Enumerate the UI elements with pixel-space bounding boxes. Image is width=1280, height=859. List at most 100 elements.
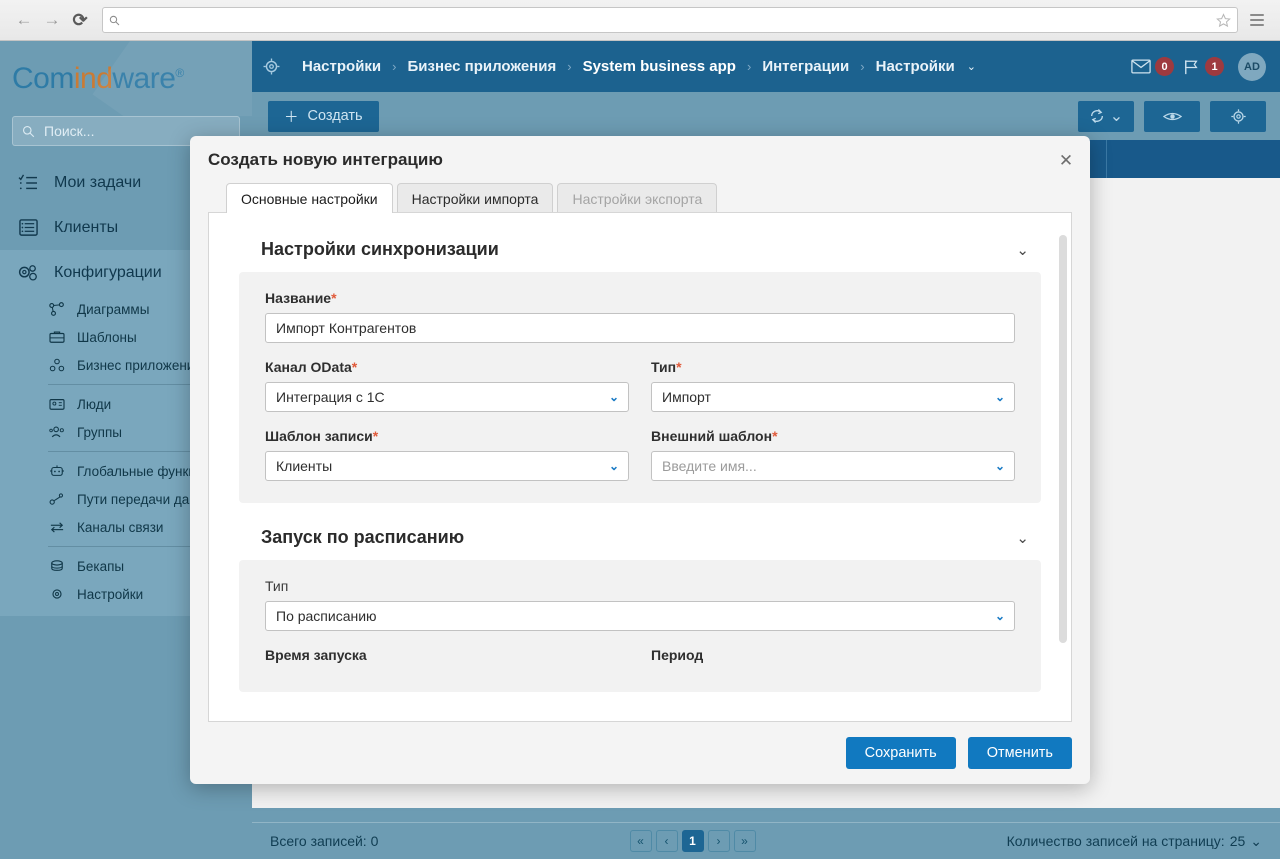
name-label-text: Название [265,290,331,306]
odata-channel-value: Интеграция с 1С [276,389,385,405]
odata-channel-label: Канал OData* [265,359,629,375]
envelope-icon [1131,59,1151,74]
section-header-sync[interactable]: Настройки синхронизации ⌄ [239,229,1041,272]
table-settings-button[interactable] [1210,101,1266,132]
avatar[interactable]: AD [1238,53,1266,81]
create-integration-dialog: Создать новую интеграцию ✕ Основные наст… [190,136,1090,784]
next-page-button[interactable]: › [708,830,730,852]
record-template-label-text: Шаблон записи [265,428,373,444]
breadcrumb-item-settings[interactable]: Настройки [295,58,388,75]
id-card-icon [48,397,66,411]
header-actions: 0 1 AD [1131,53,1266,81]
arrow-right-icon[interactable]: → [38,6,66,34]
dialog-body: Настройки синхронизации ⌄ Название* Импо… [208,212,1072,722]
notifications-count: 1 [1205,57,1224,76]
reload-icon[interactable]: ⟳ [66,6,94,34]
sidebar-search-input[interactable]: Поиск... [44,123,94,139]
record-template-select[interactable]: Клиенты ⌄ [265,451,629,481]
sidebar-item-label: Мои задачи [54,174,141,192]
tab-main-settings[interactable]: Основные настройки [226,183,393,213]
first-page-button[interactable]: « [630,830,652,852]
dialog-scroll-area: Настройки синхронизации ⌄ Название* Импо… [209,213,1071,721]
external-template-select[interactable]: Введите имя... ⌄ [651,451,1015,481]
required-marker: * [352,359,357,375]
start-time-label: Время запуска [265,647,629,663]
sidebar-subitem-label: Шаблоны [77,330,137,345]
plus-icon: ＋ [284,106,299,127]
briefcase-icon [48,330,66,344]
page-size-selector[interactable]: Количество записей на страницу: 25 ⌄ [1007,833,1262,850]
vertical-scrollbar[interactable] [1059,235,1067,643]
breadcrumb-item-business-apps[interactable]: Бизнес приложения [400,58,563,75]
notifications-indicator[interactable]: 1 [1183,57,1224,76]
sidebar-subitem-label: Диаграммы [77,302,149,317]
star-icon[interactable] [1216,13,1231,28]
chevron-down-icon[interactable]: ⌄ [1016,241,1037,259]
chevron-down-icon[interactable]: ⌄ [1016,529,1037,547]
external-template-label-text: Внешний шаблон [651,428,772,444]
tab-import-settings[interactable]: Настройки импорта [397,183,554,213]
name-input[interactable]: Импорт Контрагентов [265,313,1015,343]
close-icon[interactable]: ✕ [1055,150,1077,172]
gear-icon[interactable] [262,57,281,76]
create-button[interactable]: ＋ Создать [268,101,379,132]
breadcrumb-separator: › [745,59,753,74]
type-select[interactable]: Импорт ⌄ [651,382,1015,412]
sync-settings-panel: Название* Импорт Контрагентов Канал ODat… [239,272,1041,503]
prev-page-button[interactable]: ‹ [656,830,678,852]
cancel-button[interactable]: Отменить [968,737,1072,769]
odata-channel-select[interactable]: Интеграция с 1С ⌄ [265,382,629,412]
breadcrumb-separator: › [858,59,866,74]
address-bar[interactable] [102,7,1238,33]
sidebar-divider [48,451,210,452]
sidebar-subitem-label: Бекапы [77,559,124,574]
preview-button[interactable] [1144,101,1200,132]
type-group: Тип* Импорт ⌄ [651,359,1015,412]
refresh-button[interactable]: ⌄ [1078,101,1134,132]
hamburger-menu-icon[interactable] [1244,6,1270,34]
pagination-controls: « ‹ 1 › » [378,830,1006,852]
messages-indicator[interactable]: 0 [1131,57,1174,76]
section-header-schedule[interactable]: Запуск по расписанию ⌄ [239,517,1041,560]
group-icon [48,425,66,439]
apps-icon [48,358,66,372]
logo-text-part1: Com [12,62,74,95]
breadcrumb-separator: › [565,59,573,74]
content-toolbar: ＋ Создать ⌄ [252,92,1280,140]
chevron-down-icon: ⌄ [1110,106,1123,126]
sidebar-item-label: Конфигурации [54,264,162,282]
page-number-button[interactable]: 1 [682,830,704,852]
routes-icon [48,492,66,506]
breadcrumb-item-system-business-app[interactable]: System business app [576,58,743,75]
flag-icon [1183,59,1201,75]
sidebar-subitem-label: Бизнес приложения [77,358,202,373]
schedule-row: Время запуска Период [265,647,1015,670]
type-label-text: Тип [651,359,676,375]
record-template-value: Клиенты [276,458,332,474]
save-button[interactable]: Сохранить [846,737,956,769]
refresh-icon [1089,108,1105,124]
name-field-label: Название* [265,290,1015,306]
chevron-down-icon: ⌄ [609,390,619,404]
create-button-label: Создать [308,108,363,124]
gear-icon [1230,108,1247,125]
chevron-down-icon[interactable]: ⌄ [967,60,976,73]
arrow-left-icon[interactable]: ← [10,6,38,34]
tab-export-settings: Настройки экспорта [557,183,717,213]
dialog-header: Создать новую интеграцию ✕ Основные наст… [190,136,1090,213]
section-title: Настройки синхронизации [261,239,499,260]
robot-icon [48,464,66,478]
last-page-button[interactable]: » [734,830,756,852]
sidebar-subitem-label: Каналы связи [77,520,163,535]
schedule-type-select[interactable]: По расписанию ⌄ [265,601,1015,631]
pagination-bar: Всего записей: 0 « ‹ 1 › » Количество за… [252,822,1280,859]
required-marker: * [676,359,681,375]
chevron-down-icon: ⌄ [995,609,1005,623]
logo-text-part2: ind [74,62,113,95]
breadcrumb-item-settings-current[interactable]: Настройки [869,58,962,75]
sidebar-item-label: Клиенты [54,219,118,237]
gears-icon [16,263,40,283]
schedule-type-label: Тип [265,578,1015,594]
breadcrumb-item-integrations[interactable]: Интеграции [755,58,856,75]
sidebar-divider [48,546,210,547]
